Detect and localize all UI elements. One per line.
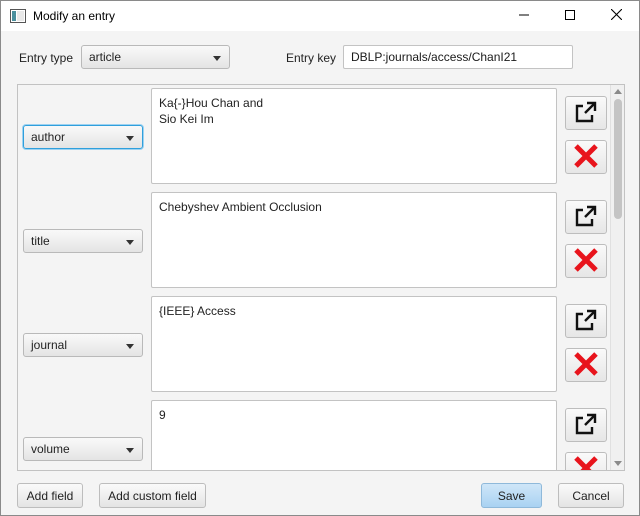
field-name-value: author (31, 130, 66, 144)
open-external-icon (574, 204, 598, 231)
title-bar: Modify an entry (1, 1, 639, 31)
app-window-icon (10, 9, 26, 23)
scroll-down-arrow-icon[interactable] (614, 461, 622, 466)
delete-field-button[interactable] (565, 452, 607, 470)
entry-key-input[interactable]: DBLP:journals/access/ChanI21 (343, 45, 573, 69)
modify-entry-dialog: Modify an entry Entry type article Entry… (0, 0, 640, 516)
add-field-button[interactable]: Add field (17, 483, 83, 508)
vertical-scrollbar[interactable] (610, 85, 624, 470)
field-row-title: title Chebyshev Ambient Occlusion (18, 189, 608, 293)
delete-field-button[interactable] (565, 140, 607, 174)
entry-key-value: DBLP:journals/access/ChanI21 (351, 50, 518, 64)
add-custom-field-button[interactable]: Add custom field (99, 483, 206, 508)
open-external-icon (574, 308, 598, 335)
field-value-textarea[interactable]: Ka{-}Hou Chan and Sio Kei Im (151, 88, 557, 184)
entry-type-select[interactable]: article (81, 45, 230, 69)
open-external-icon (574, 412, 598, 439)
close-button[interactable] (593, 1, 639, 31)
cancel-button[interactable]: Cancel (558, 483, 624, 508)
chevron-down-icon (126, 240, 134, 245)
entry-key-label: Entry key (286, 51, 337, 65)
open-field-button[interactable] (565, 200, 607, 234)
field-value-textarea[interactable]: Chebyshev Ambient Occlusion (151, 192, 557, 288)
delete-field-button[interactable] (565, 348, 607, 382)
chevron-down-icon (126, 136, 134, 141)
field-name-select[interactable]: title (23, 229, 143, 253)
delete-x-icon (573, 143, 599, 172)
maximize-icon (565, 9, 575, 23)
close-icon (610, 8, 622, 23)
scrollbar-thumb[interactable] (614, 99, 622, 219)
fields-scroll-panel: author Ka{-}Hou Chan and Sio Kei Im titl… (17, 84, 625, 471)
open-external-icon (574, 100, 598, 127)
field-row-author: author Ka{-}Hou Chan and Sio Kei Im (18, 85, 608, 189)
entry-type-label: Entry type (19, 51, 74, 65)
delete-x-icon (573, 351, 599, 380)
maximize-button[interactable] (547, 1, 593, 31)
field-row-volume: volume 9 (18, 397, 608, 470)
scroll-up-arrow-icon[interactable] (614, 89, 622, 94)
field-name-value: journal (31, 338, 68, 352)
delete-x-icon (573, 455, 599, 470)
chevron-down-icon (126, 448, 134, 453)
save-button[interactable]: Save (481, 483, 542, 508)
chevron-down-icon (213, 56, 221, 61)
delete-x-icon (573, 247, 599, 276)
entry-type-value: article (89, 50, 122, 64)
field-name-value: title (31, 234, 50, 248)
open-field-button[interactable] (565, 96, 607, 130)
field-row-journal: journal {IEEE} Access (18, 293, 608, 397)
field-name-select[interactable]: volume (23, 437, 143, 461)
field-name-value: volume (31, 442, 70, 456)
window-title: Modify an entry (33, 9, 116, 23)
field-value-textarea[interactable]: 9 (151, 400, 557, 470)
open-field-button[interactable] (565, 408, 607, 442)
open-field-button[interactable] (565, 304, 607, 338)
delete-field-button[interactable] (565, 244, 607, 278)
field-value-textarea[interactable]: {IEEE} Access (151, 296, 557, 392)
field-name-select[interactable]: author (23, 125, 143, 149)
chevron-down-icon (126, 344, 134, 349)
minimize-button[interactable] (501, 1, 547, 31)
minimize-icon (519, 9, 529, 23)
field-name-select[interactable]: journal (23, 333, 143, 357)
